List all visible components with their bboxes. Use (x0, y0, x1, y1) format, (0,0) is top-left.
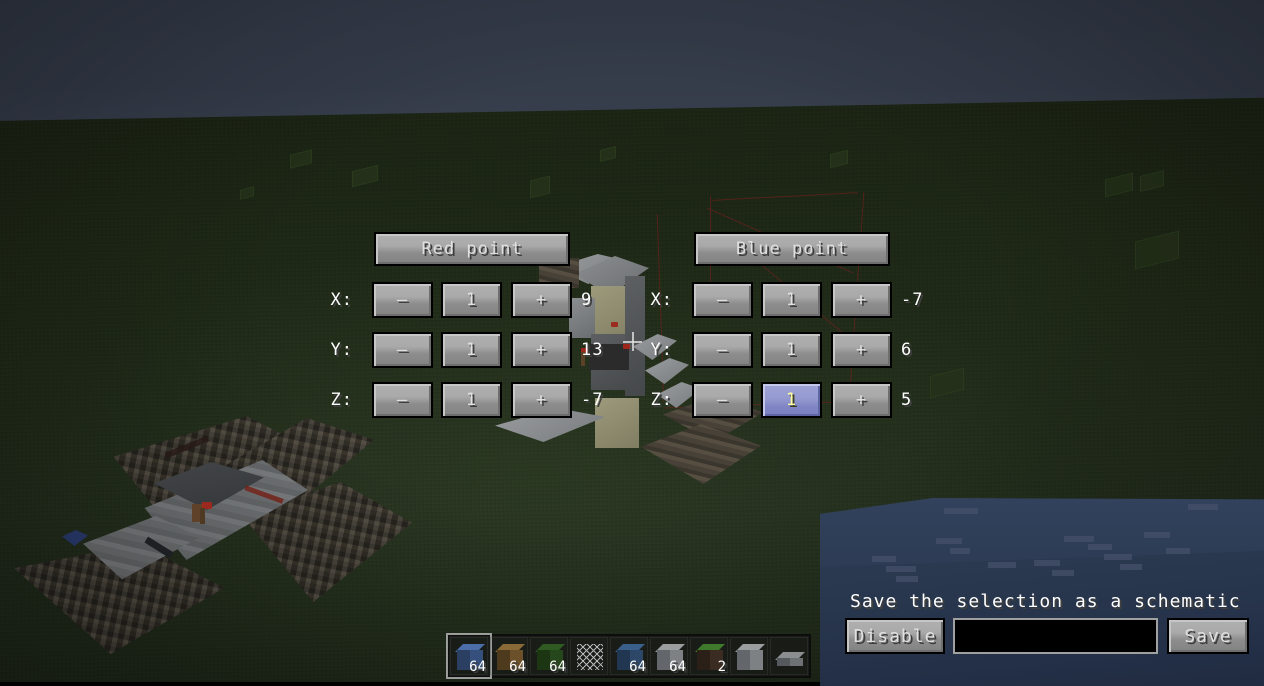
blue-point-title-button[interactable]: Blue point (694, 232, 890, 266)
hotbar-slot-9[interactable] (770, 637, 808, 675)
red-point-x-label: X: (330, 290, 353, 310)
blue-point-x-decrement-button[interactable]: – (692, 282, 753, 318)
red-point-y-value: 13 (581, 340, 604, 360)
hotbar-slot-7[interactable]: 2 (690, 637, 728, 675)
schematic-name-input[interactable] (953, 618, 1158, 654)
hotbar-slot-5[interactable]: 64 (610, 637, 648, 675)
hotbar-slot-count: 64 (669, 659, 686, 675)
hotbar-item-icon (735, 644, 765, 670)
hotbar-item-icon (577, 644, 603, 670)
hotbar[interactable]: 64 64 64 64 64 2 (446, 633, 811, 682)
red-point-x-step-button[interactable]: 1 (441, 282, 502, 318)
hotbar-slot-8[interactable] (730, 637, 768, 675)
blue-point-z-label: Z: (650, 390, 673, 410)
panel-fleck (988, 562, 1016, 568)
panel-fleck (1120, 564, 1142, 570)
red-point-y-label: Y: (330, 340, 353, 360)
hotbar-slot-2[interactable]: 64 (490, 637, 528, 675)
cobblestone-structure (14, 404, 414, 672)
hotbar-slot-count: 64 (629, 659, 646, 675)
blue-point-x-increment-button[interactable]: + (831, 282, 892, 318)
blue-point-z-value: 5 (901, 390, 913, 410)
hotbar-item-icon (775, 652, 805, 666)
red-point-z-step-button[interactable]: 1 (441, 382, 502, 418)
hotbar-slot-count: 2 (717, 659, 726, 675)
hotbar-slot-count: 64 (549, 659, 566, 675)
red-point-y-increment-button[interactable]: + (511, 332, 572, 368)
blue-point-x-step-button[interactable]: 1 (761, 282, 822, 318)
panel-fleck (1052, 570, 1074, 576)
save-button[interactable]: Save (1167, 618, 1249, 654)
blue-point-z-step-button[interactable]: 1 (761, 382, 822, 418)
save-panel-heading: Save the selection as a schematic (850, 591, 1241, 612)
red-point-z-value: -7 (581, 390, 604, 410)
save-schematic-panel: Save the selection as a schematic Disabl… (820, 492, 1264, 686)
blue-point-x-value: -7 (901, 290, 924, 310)
hotbar-slot-count: 64 (469, 659, 486, 675)
panel-fleck (936, 538, 962, 544)
red-point-z-decrement-button[interactable]: – (372, 382, 433, 418)
blue-point-y-increment-button[interactable]: + (831, 332, 892, 368)
disable-button[interactable]: Disable (845, 618, 945, 654)
blue-point-y-decrement-button[interactable]: – (692, 332, 753, 368)
hotbar-slot-3[interactable]: 64 (530, 637, 568, 675)
panel-fleck (944, 508, 978, 514)
red-point-y-decrement-button[interactable]: – (372, 332, 433, 368)
red-point-z-increment-button[interactable]: + (511, 382, 572, 418)
hotbar-slot-4[interactable] (570, 637, 608, 675)
red-point-x-value: 9 (581, 290, 593, 310)
red-point-x-decrement-button[interactable]: – (372, 282, 433, 318)
panel-fleck (896, 576, 918, 582)
panel-fleck (1104, 554, 1132, 560)
panel-fleck (1088, 544, 1112, 550)
panel-fleck (950, 548, 970, 554)
blue-point-y-step-button[interactable]: 1 (761, 332, 822, 368)
panel-fleck (886, 566, 916, 572)
panel-fleck (1188, 504, 1218, 510)
panel-fleck (872, 556, 896, 562)
hotbar-slot-6[interactable]: 64 (650, 637, 688, 675)
hotbar-slot-count: 64 (509, 659, 526, 675)
blue-point-y-label: Y: (650, 340, 673, 360)
red-point-x-increment-button[interactable]: + (511, 282, 572, 318)
blue-point-y-value: 6 (901, 340, 913, 360)
panel-fleck (1064, 536, 1094, 542)
red-point-z-label: Z: (330, 390, 353, 410)
blue-point-x-label: X: (650, 290, 673, 310)
hotbar-slot-1[interactable]: 64 (450, 637, 488, 675)
crosshair-icon (623, 332, 642, 351)
blue-point-z-decrement-button[interactable]: – (692, 382, 753, 418)
blue-point-z-increment-button[interactable]: + (831, 382, 892, 418)
panel-fleck (1166, 548, 1190, 554)
panel-fleck (1144, 532, 1170, 538)
red-point-title-button[interactable]: Red point (374, 232, 570, 266)
red-point-y-step-button[interactable]: 1 (441, 332, 502, 368)
panel-fleck (1034, 560, 1060, 566)
